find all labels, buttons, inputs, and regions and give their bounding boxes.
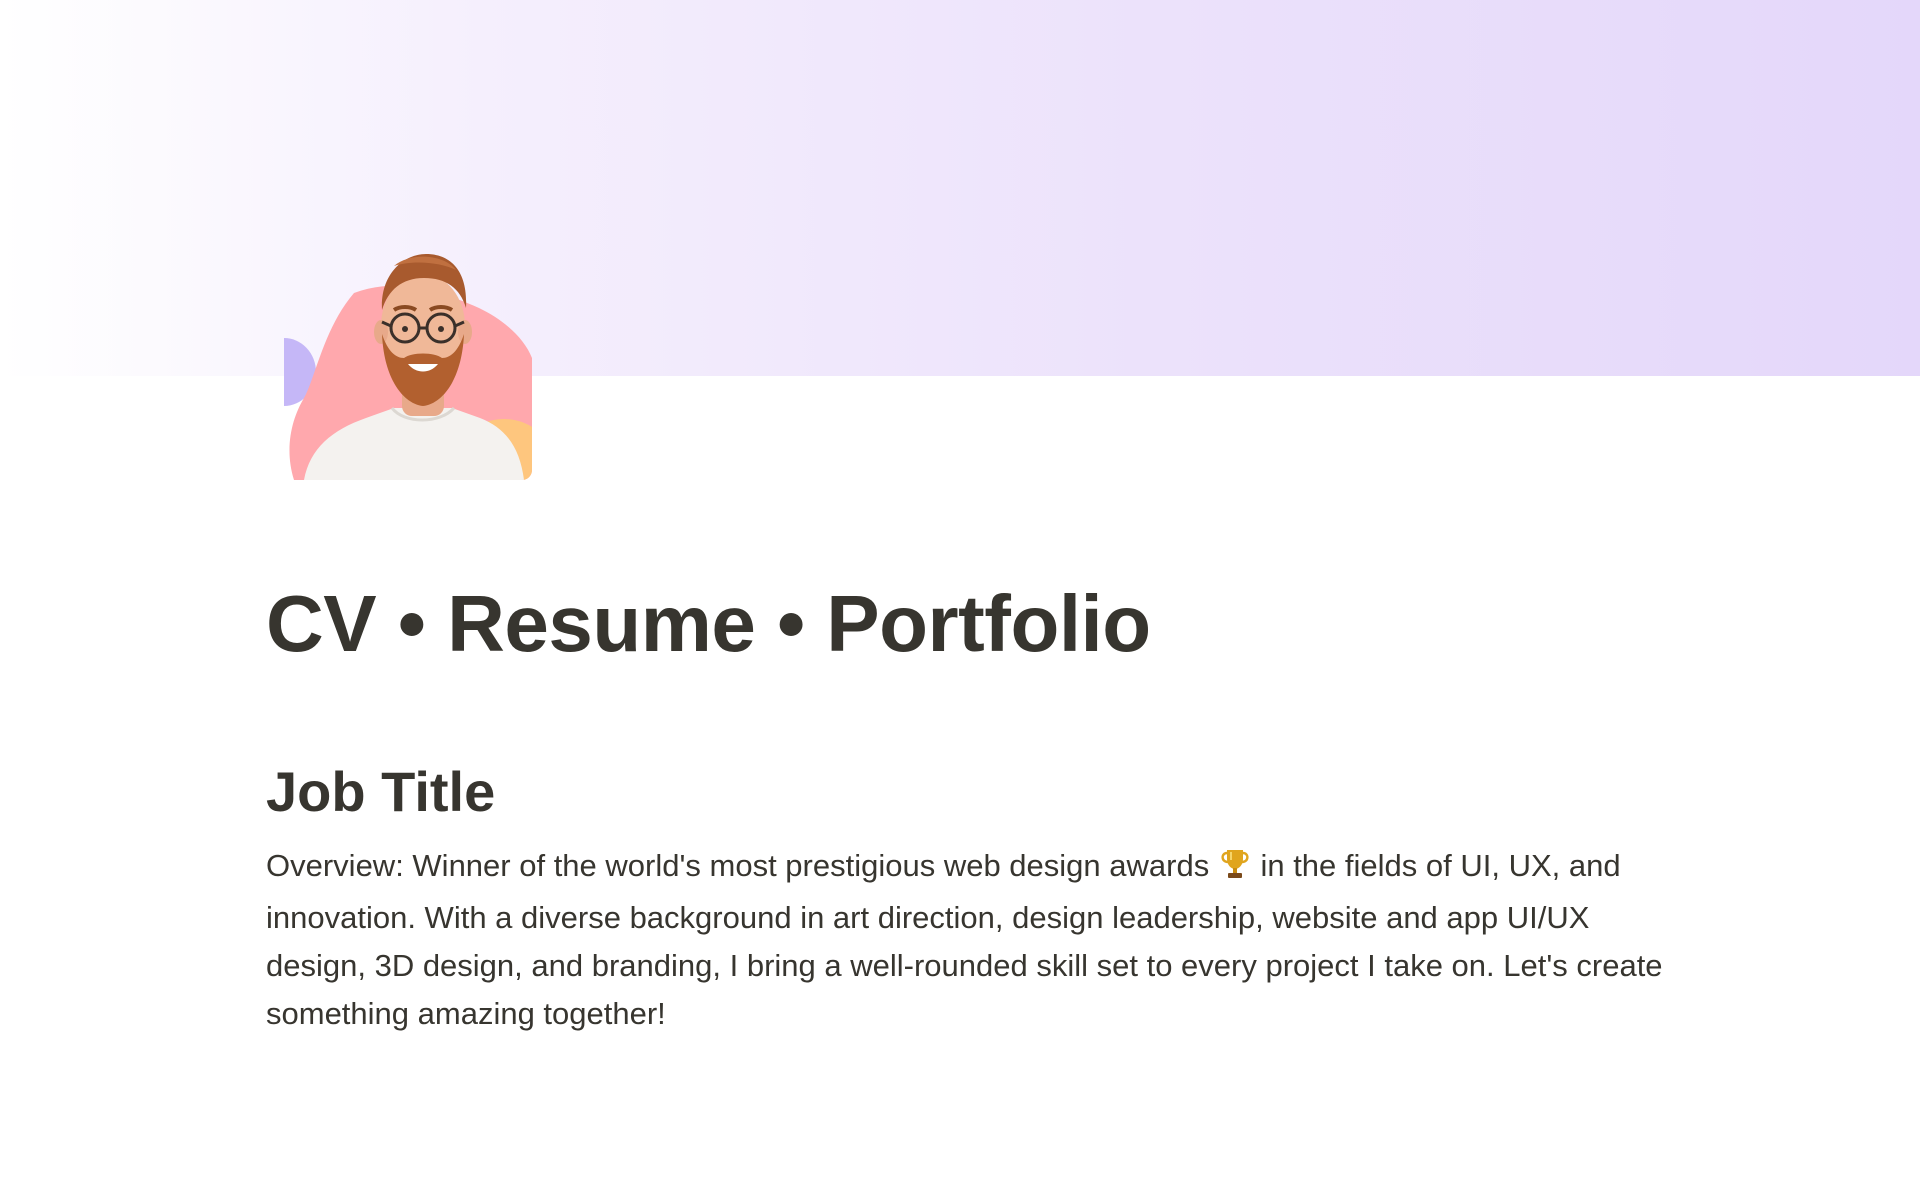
page-title[interactable]: CV • Resume • Portfolio: [266, 568, 1666, 680]
avatar-illustration: [284, 254, 532, 480]
section-heading-job-title[interactable]: Job Title: [266, 756, 1666, 828]
trophy-icon: [1220, 846, 1250, 894]
page-icon-avatar[interactable]: [284, 248, 532, 480]
notion-page: CV • Resume • Portfolio Job Title Overvi…: [0, 0, 1920, 1200]
page-content: CV • Resume • Portfolio Job Title Overvi…: [266, 568, 1666, 1038]
overview-text-start: Overview: Winner of the world's most pre…: [266, 848, 1210, 883]
overview-paragraph[interactable]: Overview: Winner of the world's most pre…: [266, 842, 1666, 1038]
